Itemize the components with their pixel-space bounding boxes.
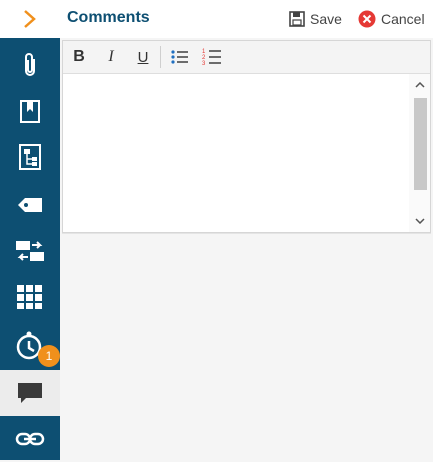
numbered-list-icon: 123 <box>202 49 221 66</box>
cancel-button[interactable]: Cancel <box>358 9 425 29</box>
grid-icon <box>17 285 42 309</box>
link-icon <box>15 432 45 446</box>
underline-button[interactable]: U <box>130 46 156 68</box>
toolbar-divider <box>160 46 161 68</box>
bold-icon: B <box>73 48 85 65</box>
editor-toolbar: B I U 123 <box>63 41 430 74</box>
editor-scrollbar[interactable] <box>409 74 430 232</box>
sidebar-item-bookmarks[interactable] <box>0 88 60 134</box>
paperclip-icon <box>25 53 35 76</box>
comments-header: Comments Save Cancel <box>60 0 433 38</box>
bold-button[interactable]: B <box>66 46 92 68</box>
bullet-list-button[interactable] <box>167 46 193 68</box>
cancel-icon <box>358 10 376 28</box>
chevron-right-icon <box>24 10 36 28</box>
sidebar-item-comments[interactable] <box>0 370 60 416</box>
chevron-up-icon <box>414 82 425 88</box>
sidebar: 1 <box>0 0 60 460</box>
italic-icon: I <box>108 48 114 65</box>
italic-button[interactable]: I <box>98 46 124 68</box>
sidebar-item-attachments[interactable] <box>0 42 60 88</box>
editor-divider <box>62 233 431 234</box>
cancel-label: Cancel <box>381 11 425 27</box>
svg-text:3: 3 <box>202 61 206 66</box>
panel-title: Comments <box>67 9 150 26</box>
transfer-icon <box>16 241 44 261</box>
sidebar-item-grid[interactable] <box>0 274 60 320</box>
comment-editor: B I U 123 <box>62 40 431 233</box>
notification-badge: 1 <box>38 345 60 367</box>
bookmark-icon <box>20 100 40 123</box>
scroll-up-button[interactable] <box>409 76 430 94</box>
sidebar-item-hierarchy[interactable] <box>0 134 60 180</box>
chevron-down-icon <box>414 218 425 224</box>
sidebar-item-links[interactable] <box>0 416 60 462</box>
save-icon <box>289 11 305 27</box>
bullet-list-icon <box>171 50 188 64</box>
scroll-down-button[interactable] <box>409 212 430 230</box>
hierarchy-icon <box>19 144 41 170</box>
tag-icon <box>18 198 42 212</box>
sidebar-item-transfer[interactable] <box>0 228 60 274</box>
save-label: Save <box>310 11 342 27</box>
save-button[interactable]: Save <box>289 9 342 29</box>
comment-icon <box>18 383 42 403</box>
expand-panel-button[interactable] <box>0 0 60 38</box>
sidebar-item-tags[interactable] <box>0 182 60 228</box>
numbered-list-button[interactable]: 123 <box>199 46 225 68</box>
underline-icon: U <box>137 48 149 66</box>
scroll-thumb[interactable] <box>414 98 427 190</box>
comment-text-area[interactable] <box>63 74 409 232</box>
